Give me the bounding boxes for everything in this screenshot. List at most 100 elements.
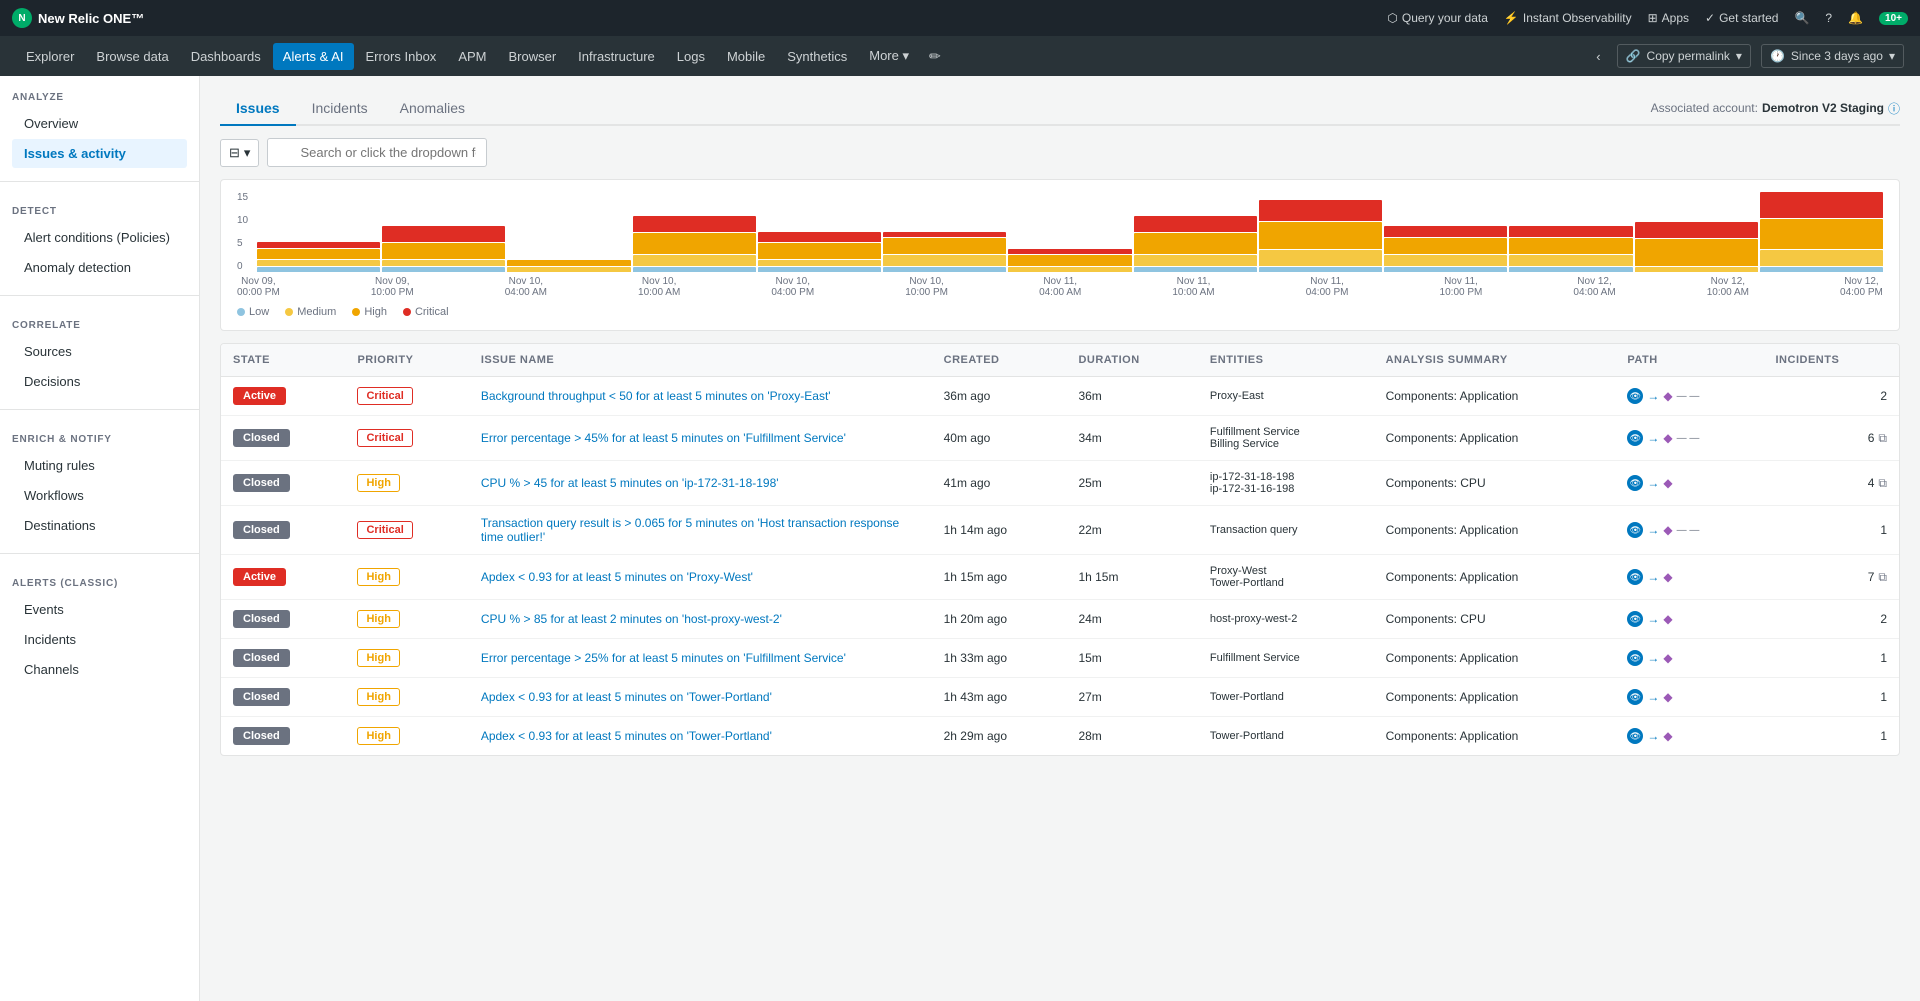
col-path[interactable]: PATH [1615,344,1763,377]
info-icon: ⓘ [1888,100,1900,117]
priority-badge-8: High [357,727,399,745]
page-tabs-left: Issues Incidents Anomalies [220,92,481,124]
search-wrapper: 🔍 [267,138,1900,167]
logo[interactable]: N New Relic ONE™ [12,8,144,28]
nav-infrastructure[interactable]: Infrastructure [568,43,665,70]
cell-analysis-5: Components: CPU [1374,600,1616,639]
priority-badge-7: High [357,688,399,706]
sidebar-item-events[interactable]: Events [12,595,187,624]
cell-issue-name-2[interactable]: CPU % > 45 for at least 5 minutes on 'ip… [469,461,932,506]
col-created[interactable]: CREATED [932,344,1067,377]
sidebar-item-channels[interactable]: Channels [12,655,187,684]
sidebar-section-label-correlate: CORRELATE [12,320,187,331]
nav-browser[interactable]: Browser [498,43,566,70]
nav-logs[interactable]: Logs [667,43,715,70]
sidebar-item-sources[interactable]: Sources [12,337,187,366]
cell-incidents-4: 7⧉ [1764,555,1900,600]
nav-errors-inbox[interactable]: Errors Inbox [356,43,447,70]
path-icons-1: 👁→◆— — [1627,430,1751,446]
tab-anomalies[interactable]: Anomalies [384,92,481,126]
table-row: ClosedCriticalTransaction query result i… [221,506,1899,555]
copy-permalink-btn[interactable]: 🔗 Copy permalink ▾ [1617,44,1751,68]
instant-observability-btn[interactable]: ⚡ Instant Observability [1504,11,1632,25]
col-priority[interactable]: PRIORITY [345,344,468,377]
eye-icon-3[interactable]: 👁 [1627,522,1643,538]
cell-priority-2: High [345,461,468,506]
col-analysis-summary[interactable]: ANALYSIS SUMMARY [1374,344,1616,377]
cell-issue-name-3[interactable]: Transaction query result is > 0.065 for … [469,506,932,555]
search-btn[interactable]: 🔍 [1794,11,1809,25]
sidebar-item-issues-activity[interactable]: Issues & activity [12,139,187,168]
path-icons-6: 👁→◆ [1627,650,1751,666]
tab-issues[interactable]: Issues [220,92,296,126]
legend-low: Low [237,306,269,318]
cell-issue-name-8[interactable]: Apdex < 0.93 for at least 5 minutes on '… [469,717,932,756]
sidebar-item-workflows[interactable]: Workflows [12,481,187,510]
get-started-btn[interactable]: ✓ Get started [1705,11,1778,25]
cell-issue-name-1[interactable]: Error percentage > 45% for at least 5 mi… [469,416,932,461]
filter-button[interactable]: ⊟ ▾ [220,139,259,167]
bar-segment-high [257,249,380,260]
nav-dashboards[interactable]: Dashboards [181,43,271,70]
eye-icon-6[interactable]: 👁 [1627,650,1643,666]
apps-btn[interactable]: ⊞ Apps [1648,11,1689,25]
priority-badge-4: High [357,568,399,586]
sidebar-item-alert-conditions[interactable]: Alert conditions (Policies) [12,223,187,252]
copy-icon-2[interactable]: ⧉ [1878,476,1887,490]
bar-segment-high [1259,222,1382,249]
since-time-btn[interactable]: 🕐 Since 3 days ago ▾ [1761,44,1904,68]
path-dash-icon-3: — — [1677,525,1700,536]
cell-entities-2: ip-172-31-18-198ip-172-31-16-198 [1198,461,1374,506]
nav-synthetics[interactable]: Synthetics [777,43,857,70]
edit-icon[interactable]: ✏ [929,48,941,65]
eye-icon-8[interactable]: 👁 [1627,728,1643,744]
col-incidents[interactable]: INCIDENTS [1764,344,1900,377]
col-entities[interactable]: ENTITIES [1198,344,1374,377]
eye-icon-5[interactable]: 👁 [1627,611,1643,627]
sidebar-item-overview[interactable]: Overview [12,109,187,138]
sidebar-item-decisions[interactable]: Decisions [12,367,187,396]
cell-duration-4: 1h 15m [1066,555,1197,600]
cell-state-6: Closed [221,639,345,678]
cell-issue-name-6[interactable]: Error percentage > 25% for at least 5 mi… [469,639,932,678]
tab-incidents[interactable]: Incidents [296,92,384,126]
notification-btn[interactable]: 🔔 [1848,11,1863,25]
sidebar-item-muting-rules[interactable]: Muting rules [12,451,187,480]
page-tabs: Issues Incidents Anomalies Associated ac… [220,92,1900,126]
eye-icon-7[interactable]: 👁 [1627,689,1643,705]
nav-more[interactable]: More ▾ [859,42,919,70]
bar-segment-high [758,243,881,259]
sidebar-item-anomaly-detection[interactable]: Anomaly detection [12,253,187,282]
cell-issue-name-7[interactable]: Apdex < 0.93 for at least 5 minutes on '… [469,678,932,717]
search-input[interactable] [267,138,487,167]
chevron-down-icon-since: ▾ [1889,49,1895,63]
query-your-data-btn[interactable]: ⬡ Query your data [1387,11,1488,25]
eye-icon-1[interactable]: 👁 [1627,430,1643,446]
copy-icon-1[interactable]: ⧉ [1878,431,1887,445]
sidebar-item-incidents[interactable]: Incidents [12,625,187,654]
nav-browse-data[interactable]: Browse data [86,43,178,70]
col-duration[interactable]: DURATION [1066,344,1197,377]
path-icons-5: 👁→◆ [1627,611,1751,627]
nav-mobile[interactable]: Mobile [717,43,775,70]
nav-back-arrow[interactable]: ‹ [1590,45,1606,68]
eye-icon-0[interactable]: 👁 [1627,388,1643,404]
nav-apm[interactable]: APM [448,43,496,70]
copy-icon-4[interactable]: ⧉ [1878,570,1887,584]
nav-explorer[interactable]: Explorer [16,43,84,70]
col-state[interactable]: STATE [221,344,345,377]
cell-issue-name-4[interactable]: Apdex < 0.93 for at least 5 minutes on '… [469,555,932,600]
path-dash-icon-0: — — [1677,391,1700,402]
eye-icon-4[interactable]: 👁 [1627,569,1643,585]
cell-analysis-3: Components: Application [1374,506,1616,555]
help-btn[interactable]: ? [1825,11,1832,25]
path-diamond-icon-8: ◆ [1663,729,1672,743]
cell-issue-name-5[interactable]: CPU % > 85 for at least 2 minutes on 'ho… [469,600,932,639]
cell-priority-5: High [345,600,468,639]
nav-alerts-ai[interactable]: Alerts & AI [273,43,354,70]
sidebar-item-destinations[interactable]: Destinations [12,511,187,540]
cell-issue-name-0[interactable]: Background throughput < 50 for at least … [469,377,932,416]
path-icons-4: 👁→◆ [1627,569,1751,585]
col-issue-name[interactable]: ISSUE NAME [469,344,932,377]
eye-icon-2[interactable]: 👁 [1627,475,1643,491]
